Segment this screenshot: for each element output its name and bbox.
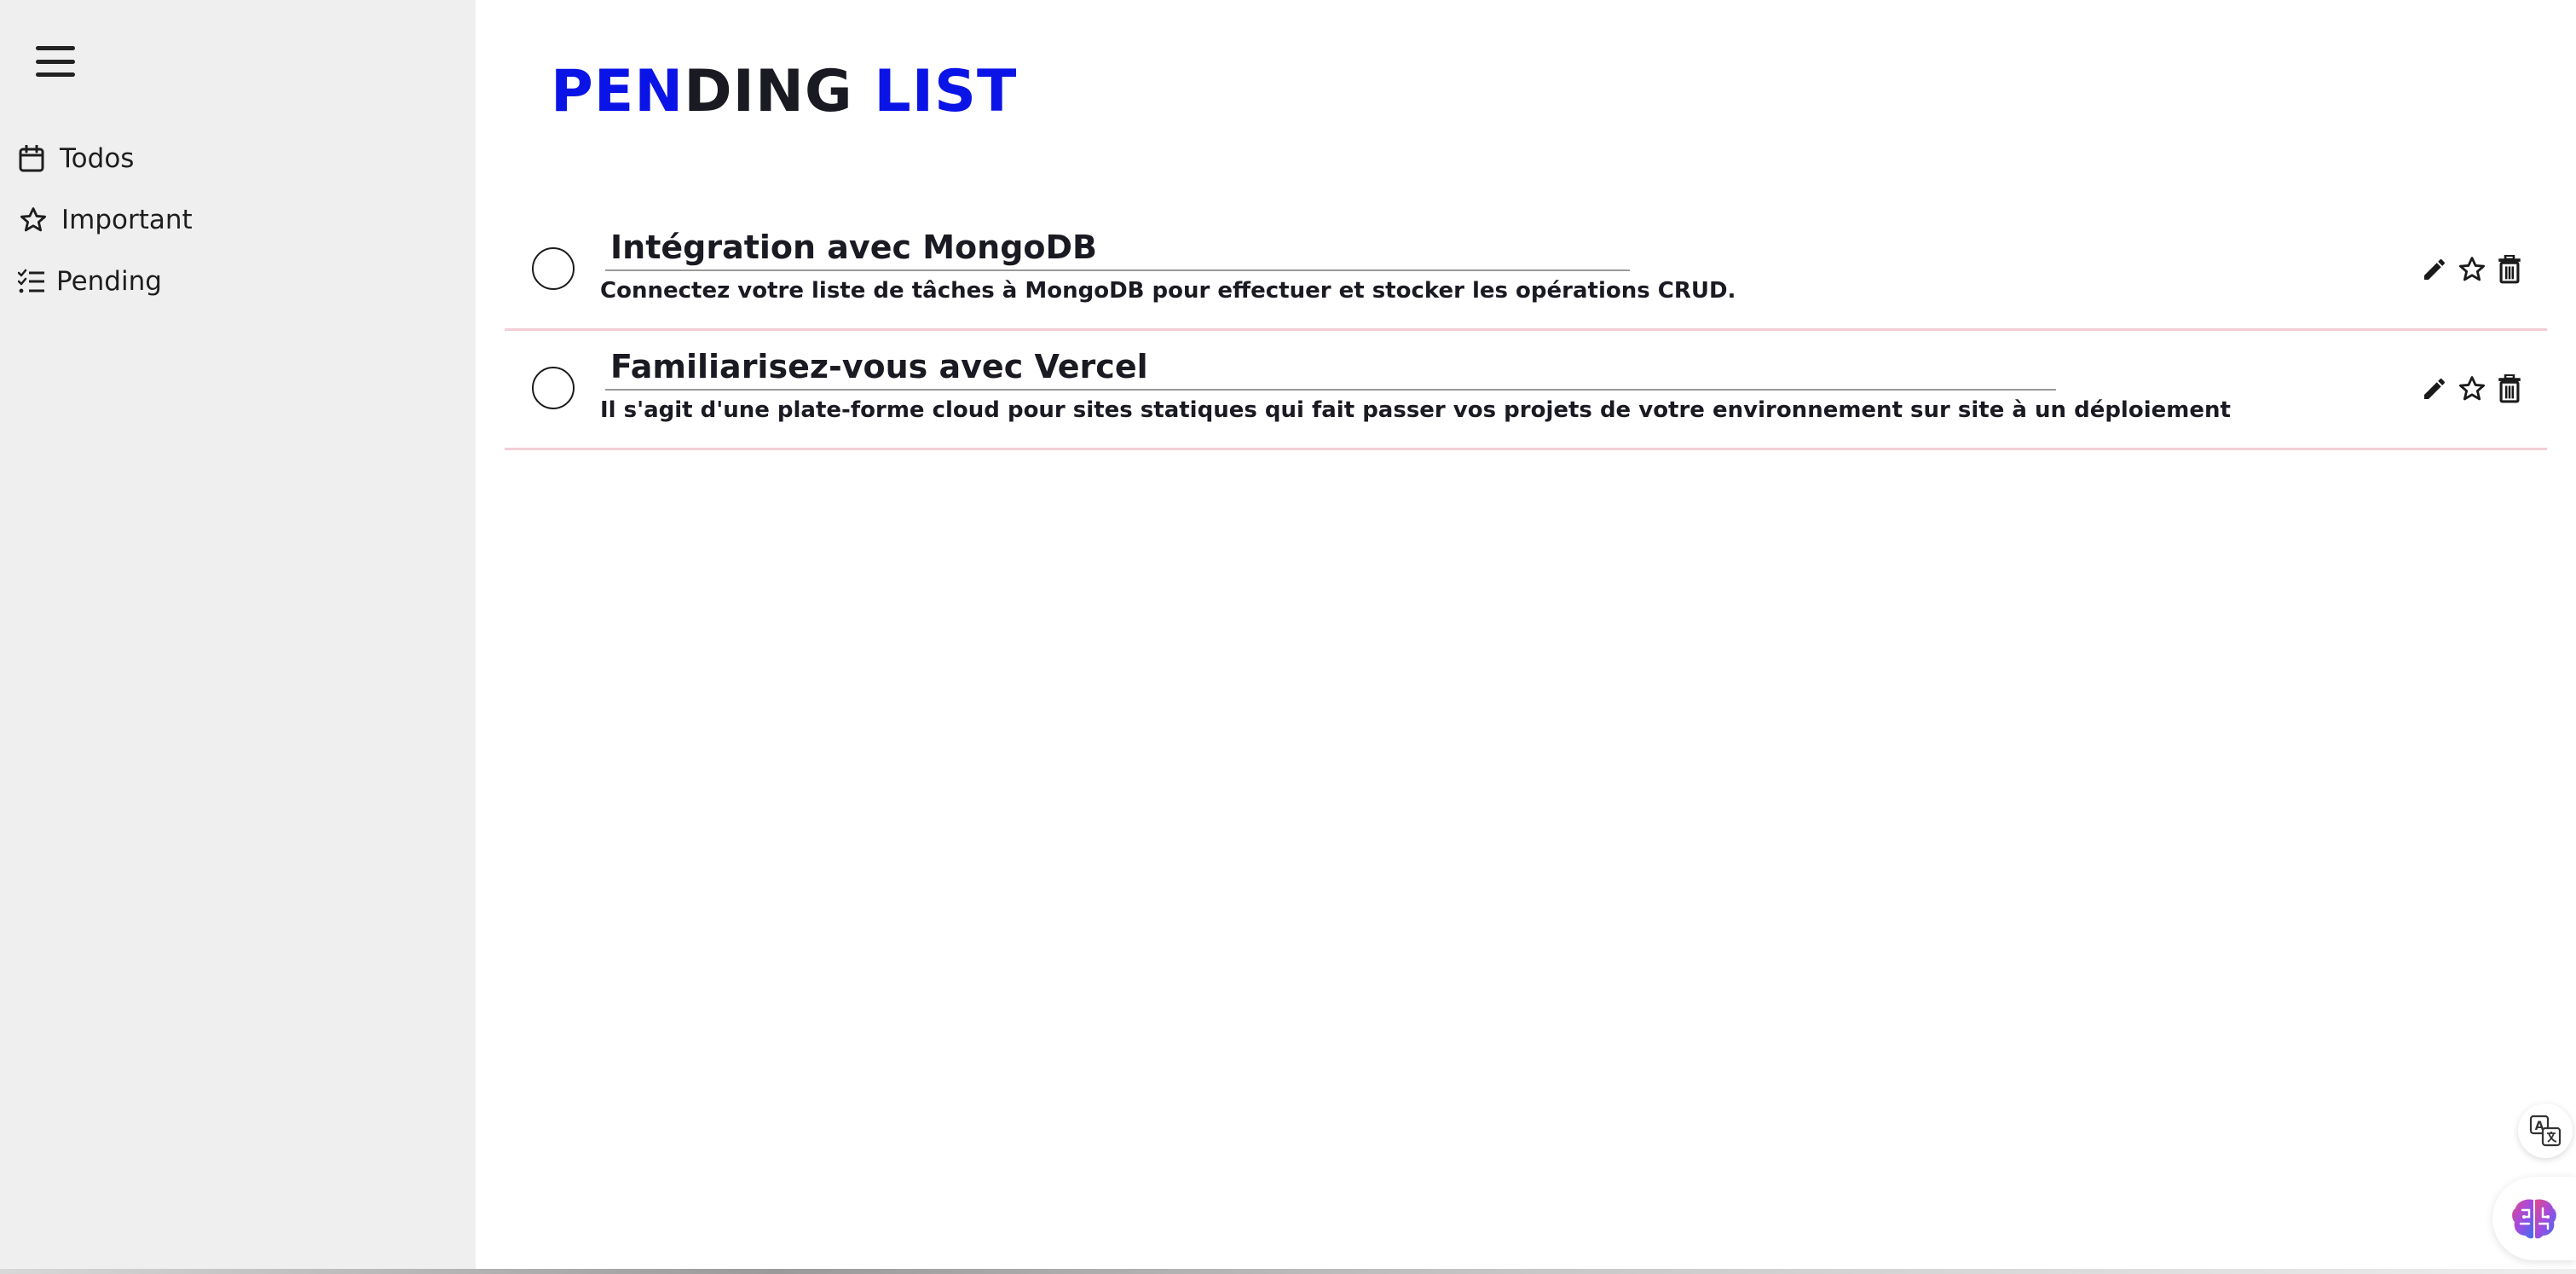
sidebar-item-pending[interactable]: Pending [17, 251, 193, 312]
main-content: PENDING LIST Intégration avec MongoDB Co… [476, 0, 2576, 1274]
page-title: PENDING LIST [551, 58, 1017, 125]
todo-item: Intégration avec MongoDB Connectez votre… [505, 211, 2547, 331]
page-title-part: PEN [551, 58, 684, 125]
sidebar-item-label: Important [61, 205, 193, 235]
todo-item: Familiarisez-vous avec Vercel Il s'agit … [505, 331, 2547, 450]
hamburger-menu-icon[interactable] [36, 46, 75, 77]
page-title-part: DING [684, 58, 853, 125]
sidebar-item-label: Todos [60, 143, 135, 174]
trash-icon[interactable] [2494, 254, 2525, 285]
sidebar-item-todos[interactable]: Todos [17, 128, 193, 189]
star-outline-icon [19, 206, 48, 235]
sidebar: Todos Important Pending [0, 0, 476, 1274]
complete-toggle-circle[interactable] [532, 367, 575, 409]
star-outline-icon[interactable] [2457, 374, 2487, 404]
checklist-icon [17, 267, 46, 296]
page-title-part: LIST [852, 58, 1018, 125]
calendar-icon [17, 144, 46, 173]
edit-pencil-icon[interactable] [2419, 374, 2450, 404]
sidebar-item-important[interactable]: Important [17, 189, 193, 251]
translate-icon[interactable]: A [2518, 1103, 2573, 1158]
todo-actions [2412, 374, 2525, 404]
app-root: Todos Important Pending PENDING LIST Int… [0, 0, 2576, 1274]
star-outline-icon[interactable] [2457, 254, 2487, 285]
todo-description: Connectez votre liste de tâches à MongoD… [600, 278, 1736, 304]
complete-toggle-circle[interactable] [532, 247, 575, 290]
todo-description: Il s'agit d'une plate-forme cloud pour s… [600, 397, 2231, 423]
sidebar-nav: Todos Important Pending [17, 128, 193, 312]
brain-icon[interactable] [2492, 1177, 2576, 1260]
edit-pencil-icon[interactable] [2419, 254, 2450, 285]
todo-actions [2412, 254, 2525, 285]
todo-title: Familiarisez-vous avec Vercel [605, 348, 2056, 391]
trash-icon[interactable] [2494, 374, 2525, 404]
sidebar-item-label: Pending [56, 266, 162, 297]
todo-title: Intégration avec MongoDB [605, 229, 1630, 271]
bottom-edge-shadow [0, 1269, 2576, 1274]
todo-list: Intégration avec MongoDB Connectez votre… [505, 211, 2547, 450]
